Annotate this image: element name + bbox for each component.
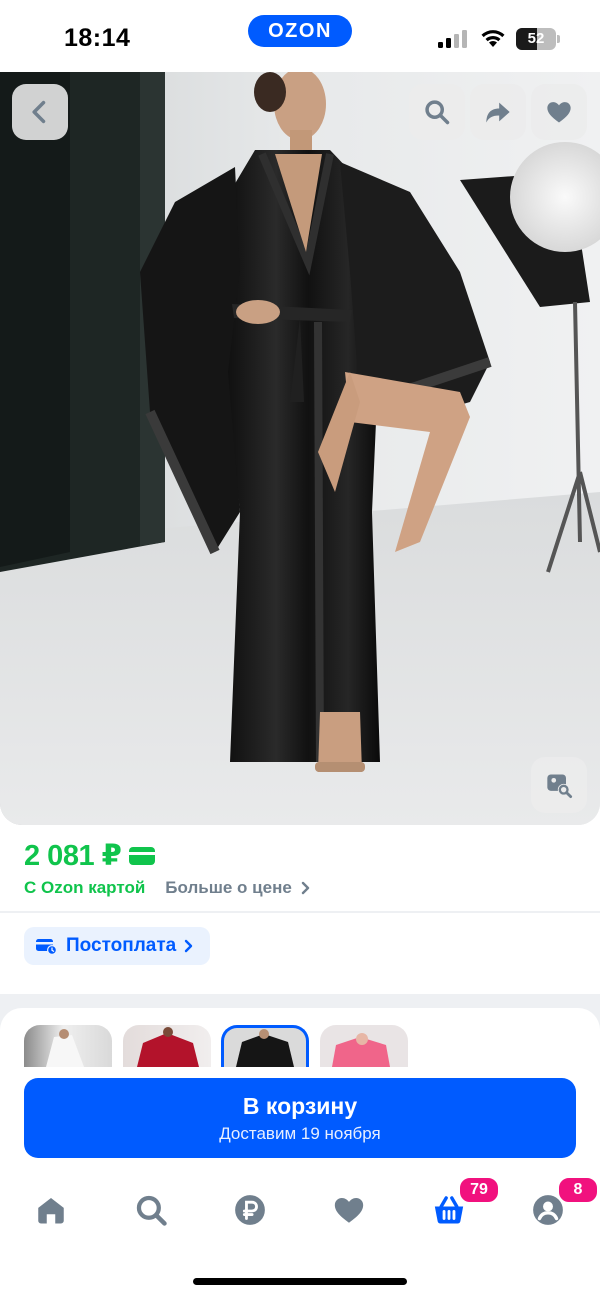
favorite-button[interactable] [531, 84, 587, 140]
chevron-right-icon [185, 939, 193, 953]
search-button[interactable] [409, 84, 465, 140]
price-row: 2 081 ₽ [24, 838, 156, 873]
share-arrow-icon [486, 102, 510, 123]
price-details[interactable]: С Ozon картой Больше о цене [24, 878, 312, 898]
search-icon [425, 100, 450, 125]
wifi-icon [481, 30, 505, 47]
heart-icon [334, 1197, 364, 1223]
delivery-date: Доставим 19 ноября [219, 1124, 381, 1143]
status-bar: 18:14 OZON 52 [0, 0, 600, 72]
share-button[interactable] [470, 84, 526, 140]
profile-notification-badge: 8 [557, 1176, 599, 1204]
product-photo[interactable] [0, 72, 600, 825]
heart-icon [547, 102, 571, 123]
image-search-icon [547, 774, 573, 799]
variant-thumb-black[interactable] [221, 1025, 309, 1067]
status-time: 18:14 [64, 24, 131, 52]
nav-home[interactable] [31, 1190, 71, 1230]
variant-thumb-white[interactable] [24, 1025, 112, 1067]
add-to-cart-label: В корзину [242, 1093, 358, 1119]
cart-count-badge: 79 [458, 1176, 500, 1204]
nav-finance[interactable] [230, 1190, 270, 1230]
postpay-card-icon [36, 939, 57, 955]
battery-percent: 52 [527, 30, 545, 47]
ozon-logo-badge[interactable]: OZON [248, 15, 352, 47]
ozon-card-icon [129, 846, 156, 865]
battery-indicator: 52 [516, 28, 560, 50]
search-icon [136, 1195, 167, 1226]
back-button[interactable] [12, 84, 68, 140]
home-indicator[interactable] [193, 1278, 407, 1285]
price-value: 2 081 ₽ [24, 840, 122, 872]
cellular-signal-icon [438, 30, 467, 48]
image-search-button[interactable] [531, 757, 587, 813]
variant-thumb-pink[interactable] [320, 1025, 408, 1067]
chevron-right-icon [301, 881, 309, 895]
add-to-cart-button[interactable]: В корзину Доставим 19 ноября [24, 1078, 576, 1158]
product-photo-illustration [0, 72, 600, 825]
more-about-price-link[interactable]: Больше о цене [165, 878, 292, 898]
ozon-card-label: С Ozon картой [24, 878, 146, 897]
divider [0, 911, 600, 913]
postpay-label: Постоплата [66, 935, 177, 956]
chevron-left-icon [32, 100, 46, 124]
nav-search[interactable] [131, 1190, 171, 1230]
ruble-icon [235, 1195, 265, 1225]
postpay-chip[interactable]: Постоплата [24, 927, 211, 965]
home-icon [38, 1197, 64, 1224]
nav-favorites[interactable] [329, 1190, 369, 1230]
variant-thumb-red[interactable] [123, 1025, 211, 1067]
